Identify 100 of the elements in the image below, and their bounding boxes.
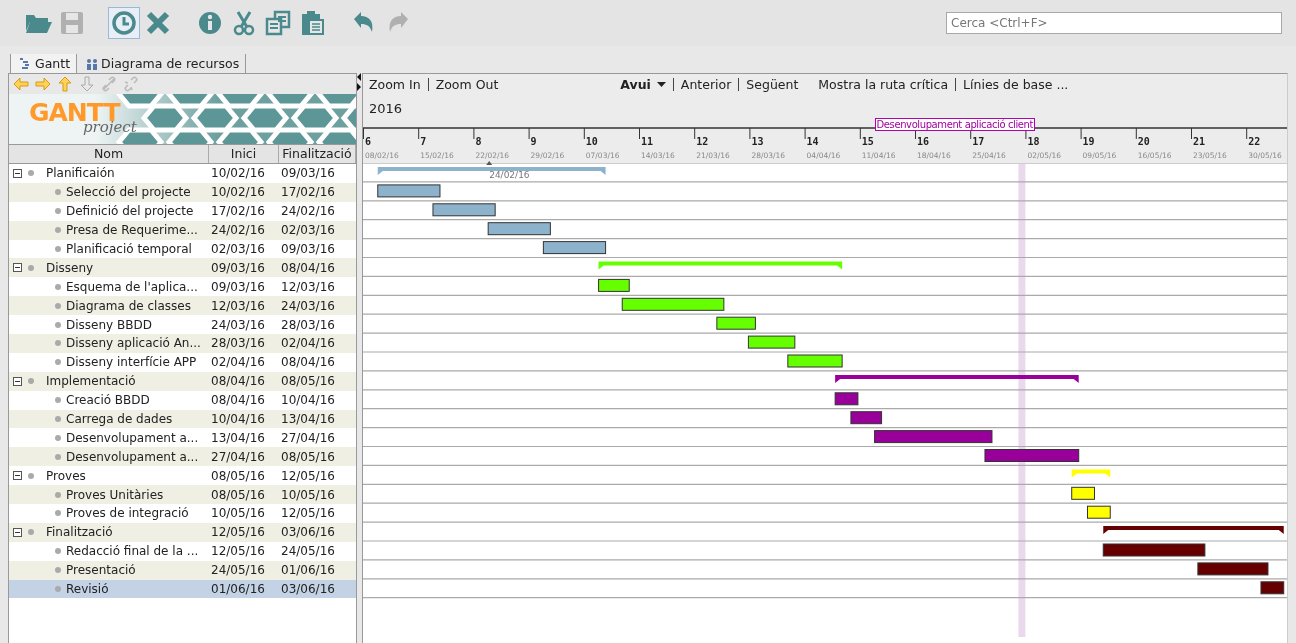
task-name: Planificació temporal: [66, 242, 192, 256]
tree-row[interactable]: Creació BBDD 08/04/16 10/04/16: [9, 390, 356, 410]
task-bar[interactable]: [834, 392, 859, 406]
splitter-arrows-icon[interactable]: [357, 73, 362, 91]
copy-icon: [264, 9, 292, 37]
clock-button[interactable]: [108, 7, 140, 39]
task-bar[interactable]: [1102, 543, 1206, 557]
toolbar-link[interactable]: Zoom Out: [435, 76, 499, 92]
tree-row[interactable]: Selecció del projecte 10/02/16 17/02/16: [9, 182, 356, 202]
up-arrow-icon: [57, 76, 73, 92]
start-date: 24/05/16: [210, 563, 266, 578]
gantt-chart-icon: [19, 57, 31, 70]
week-number: 22: [1248, 136, 1261, 147]
tree-row[interactable]: Carrega de dades 10/04/16 13/04/16: [9, 409, 356, 429]
tab[interactable]: Gantt: [10, 54, 78, 73]
down-arrow-icon: [79, 76, 95, 92]
search-field[interactable]: Cerca <Ctrl+F>: [946, 12, 1282, 34]
task-name: Implementació: [46, 374, 136, 389]
task-name: Revisió: [66, 582, 109, 597]
week-number: 19: [1082, 136, 1095, 147]
tree-row[interactable]: Redacció final de la ... 12/05/16 24/05/16: [9, 541, 356, 561]
column-header[interactable]: Nom: [9, 145, 209, 163]
start-date: 02/04/16: [210, 355, 266, 370]
tree-row[interactable]: Disseny interfície APP 02/04/16 08/04/16: [9, 352, 356, 372]
collapse-icon[interactable]: [13, 527, 22, 537]
toolbar-link[interactable]: Anterior: [680, 76, 732, 92]
start-date: 10/05/16: [210, 506, 266, 521]
bullet-icon: [55, 283, 61, 290]
start-date: 10/02/16: [210, 185, 266, 200]
tree-row[interactable]: Disseny BBDD 24/03/16 28/03/16: [9, 315, 356, 334]
collapse-icon[interactable]: [13, 168, 22, 178]
toolbar-link[interactable]: Següent: [746, 76, 799, 92]
task-bar[interactable]: [1260, 581, 1285, 595]
week-number: 21: [1193, 136, 1206, 147]
collapse-icon[interactable]: [13, 263, 22, 273]
start-date: 08/05/16: [210, 487, 266, 502]
toolbar-link[interactable]: Línies de base ...: [963, 76, 1069, 92]
task-bar[interactable]: [621, 297, 725, 311]
bullet-icon: [55, 434, 61, 441]
tree-row[interactable]: Definició del projecte 17/02/16 24/02/16: [9, 201, 356, 221]
task-bar[interactable]: [874, 430, 993, 444]
tree-row[interactable]: Implementació 08/04/16 08/05/16: [9, 371, 356, 391]
tree-row[interactable]: Proves Unitàries 08/05/16 10/05/16: [9, 485, 356, 505]
save-icon: [58, 9, 86, 37]
tree-row[interactable]: Planificació temporal 02/03/16 09/03/16: [9, 239, 356, 259]
toolbar-link[interactable]: Mostra la ruta crítica: [818, 76, 949, 92]
bullet-icon: [28, 264, 34, 271]
tree-row[interactable]: Disseny 09/03/16 08/04/16: [9, 258, 356, 278]
task-bar[interactable]: [716, 316, 756, 330]
task-bar[interactable]: [542, 241, 607, 255]
task-bar[interactable]: [850, 411, 883, 425]
end-date: 24/02/16: [280, 204, 336, 219]
tree-row[interactable]: Diagrama de classes 12/03/16 24/03/16: [9, 296, 356, 316]
task-name: Esquema de l'aplica...: [66, 279, 198, 294]
column-header[interactable]: Inici: [209, 145, 279, 163]
end-date: 13/04/16: [280, 412, 336, 426]
end-date: 12/05/16: [280, 506, 336, 521]
week-number: 9: [530, 136, 537, 147]
tree-row[interactable]: Proves 08/05/16 12/05/16: [9, 466, 356, 486]
start-date: 01/06/16: [210, 582, 266, 597]
start-date: 09/03/16: [210, 279, 266, 294]
left-arrow-icon: [13, 76, 29, 92]
summary-bar[interactable]: [1103, 526, 1284, 535]
bullet-icon: [55, 340, 61, 347]
task-bar[interactable]: [1087, 505, 1111, 519]
task-bar[interactable]: [1071, 486, 1095, 500]
tree-row[interactable]: Finalització 12/05/16 03/06/16: [9, 522, 356, 542]
tree-row[interactable]: Desenvolupament a... 27/04/16 08/05/16: [9, 447, 356, 467]
task-name: Creació BBDD: [66, 393, 150, 408]
tree-row[interactable]: Planificaión 10/02/16 09/03/16: [9, 164, 356, 183]
summary-bar[interactable]: [835, 374, 1079, 383]
dropdown-button[interactable]: Avui: [620, 76, 666, 92]
week-number: 16: [917, 136, 930, 147]
clock-icon: [110, 9, 138, 37]
bullet-icon: [55, 321, 61, 328]
marker-icon: [486, 161, 493, 165]
end-date: 01/06/16: [280, 563, 336, 578]
task-bar[interactable]: [598, 278, 630, 292]
week-number: 6: [365, 136, 372, 147]
start-date: 12/05/16: [210, 525, 266, 540]
tree-row[interactable]: Desenvolupament a... 13/04/16 27/04/16: [9, 428, 356, 448]
tree-row[interactable]: Presa de Requerime... 24/02/16 02/03/16: [9, 220, 356, 240]
tree-row[interactable]: Presentació 24/05/16 01/06/16: [9, 560, 356, 580]
week-number: 10: [585, 136, 598, 147]
tree-row[interactable]: Esquema de l'aplica... 09/03/16 12/03/16: [9, 277, 356, 297]
task-bar[interactable]: [487, 222, 551, 236]
tree-row[interactable]: Disseny aplicació An... 28/03/16 02/04/16: [9, 334, 356, 353]
end-date: 17/02/16: [280, 185, 336, 200]
task-name: Finalització: [46, 525, 113, 540]
collapse-icon[interactable]: [13, 376, 22, 386]
end-date: 03/06/16: [280, 525, 336, 540]
toolbar-link[interactable]: Zoom In: [369, 76, 421, 92]
end-date: 08/04/16: [280, 260, 336, 275]
collapse-icon[interactable]: [13, 471, 22, 481]
task-bar[interactable]: [1197, 562, 1269, 576]
start-date: 12/05/16: [210, 544, 266, 559]
task-name: Carrega de dades: [66, 412, 173, 426]
tree-row[interactable]: Proves de integració 10/05/16 12/05/16: [9, 504, 356, 523]
people-icon: [85, 57, 98, 70]
start-date: 08/04/16: [210, 393, 266, 408]
